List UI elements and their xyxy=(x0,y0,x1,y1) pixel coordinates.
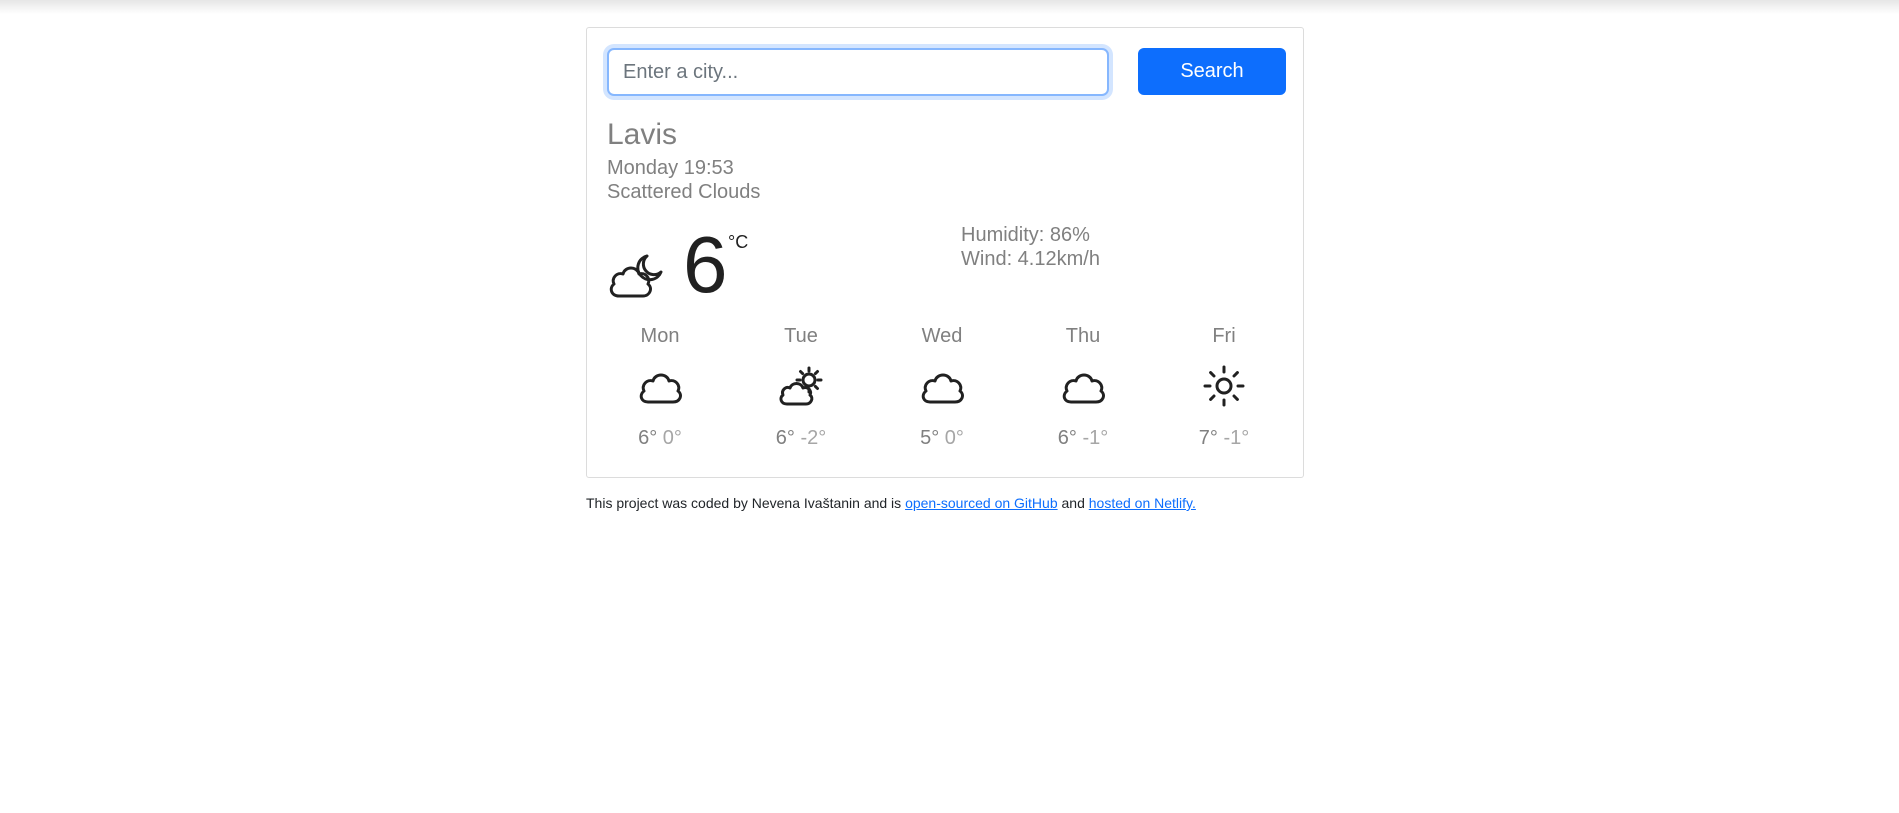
netlify-link[interactable]: hosted on Netlify. xyxy=(1089,495,1196,511)
cloud-sun-icon xyxy=(779,366,823,406)
sun-icon xyxy=(1203,365,1245,407)
temperature-unit: °C xyxy=(728,232,749,252)
forecast-temps: 5° 0° xyxy=(892,426,992,450)
cloud-moon-icon xyxy=(609,254,663,298)
wind-value: Wind: 4.12km/h xyxy=(961,248,1100,270)
forecast-min: -1° xyxy=(1082,427,1109,449)
forecast-min: 0° xyxy=(662,427,682,449)
forecast-min: 0° xyxy=(944,427,964,449)
forecast-max: 6° xyxy=(775,427,795,449)
forecast-day: Mon 6° 0° xyxy=(610,324,710,450)
forecast-max: 7° xyxy=(1198,427,1218,449)
search-button[interactable]: Search xyxy=(1138,48,1286,95)
city-name: Lavis xyxy=(607,118,678,151)
forecast-day-name: Fri xyxy=(1212,325,1236,347)
forecast-day: Fri 7° -1° xyxy=(1174,324,1274,450)
forecast-max: 6° xyxy=(1057,427,1077,449)
browser-top-shadow xyxy=(0,0,1899,14)
forecast-day-name: Thu xyxy=(1065,325,1101,347)
forecast-min: -2° xyxy=(800,427,827,449)
forecast-temps: 6° 0° xyxy=(610,426,710,450)
current-temperature: 6 xyxy=(683,220,728,309)
weather-description: Scattered Clouds xyxy=(607,181,761,203)
cloud-icon xyxy=(639,373,682,404)
current-datetime: Monday 19:53 xyxy=(607,157,734,179)
forecast-min: -1° xyxy=(1223,427,1250,449)
forecast-day: Tue 6° -2° xyxy=(751,324,851,450)
forecast-day-name: Wed xyxy=(921,325,963,347)
forecast-temps: 6° -2° xyxy=(751,426,851,450)
forecast-day-name: Mon xyxy=(640,325,680,347)
city-search-input[interactable] xyxy=(607,48,1109,96)
forecast-day: Thu 6° -1° xyxy=(1033,324,1133,450)
footer-text: This project was coded by Nevena Ivaštan… xyxy=(586,495,902,511)
humidity-value: Humidity: 86% xyxy=(961,224,1090,246)
forecast-temps: 7° -1° xyxy=(1174,426,1274,450)
cloud-icon xyxy=(921,373,964,404)
weather-card: Search Lavis Monday 19:53 Scattered Clou… xyxy=(586,27,1304,478)
footer-text-and: and xyxy=(1061,495,1085,511)
github-link[interactable]: open-sourced on GitHub xyxy=(905,495,1058,511)
forecast-temps: 6° -1° xyxy=(1033,426,1133,450)
forecast-max: 6° xyxy=(638,427,658,449)
forecast-max: 5° xyxy=(920,427,940,449)
footer: This project was coded by Nevena Ivaštan… xyxy=(586,495,1196,511)
forecast-day: Wed 5° 0° xyxy=(892,324,992,450)
cloud-icon xyxy=(1062,373,1105,404)
forecast-day-name: Tue xyxy=(784,325,818,347)
